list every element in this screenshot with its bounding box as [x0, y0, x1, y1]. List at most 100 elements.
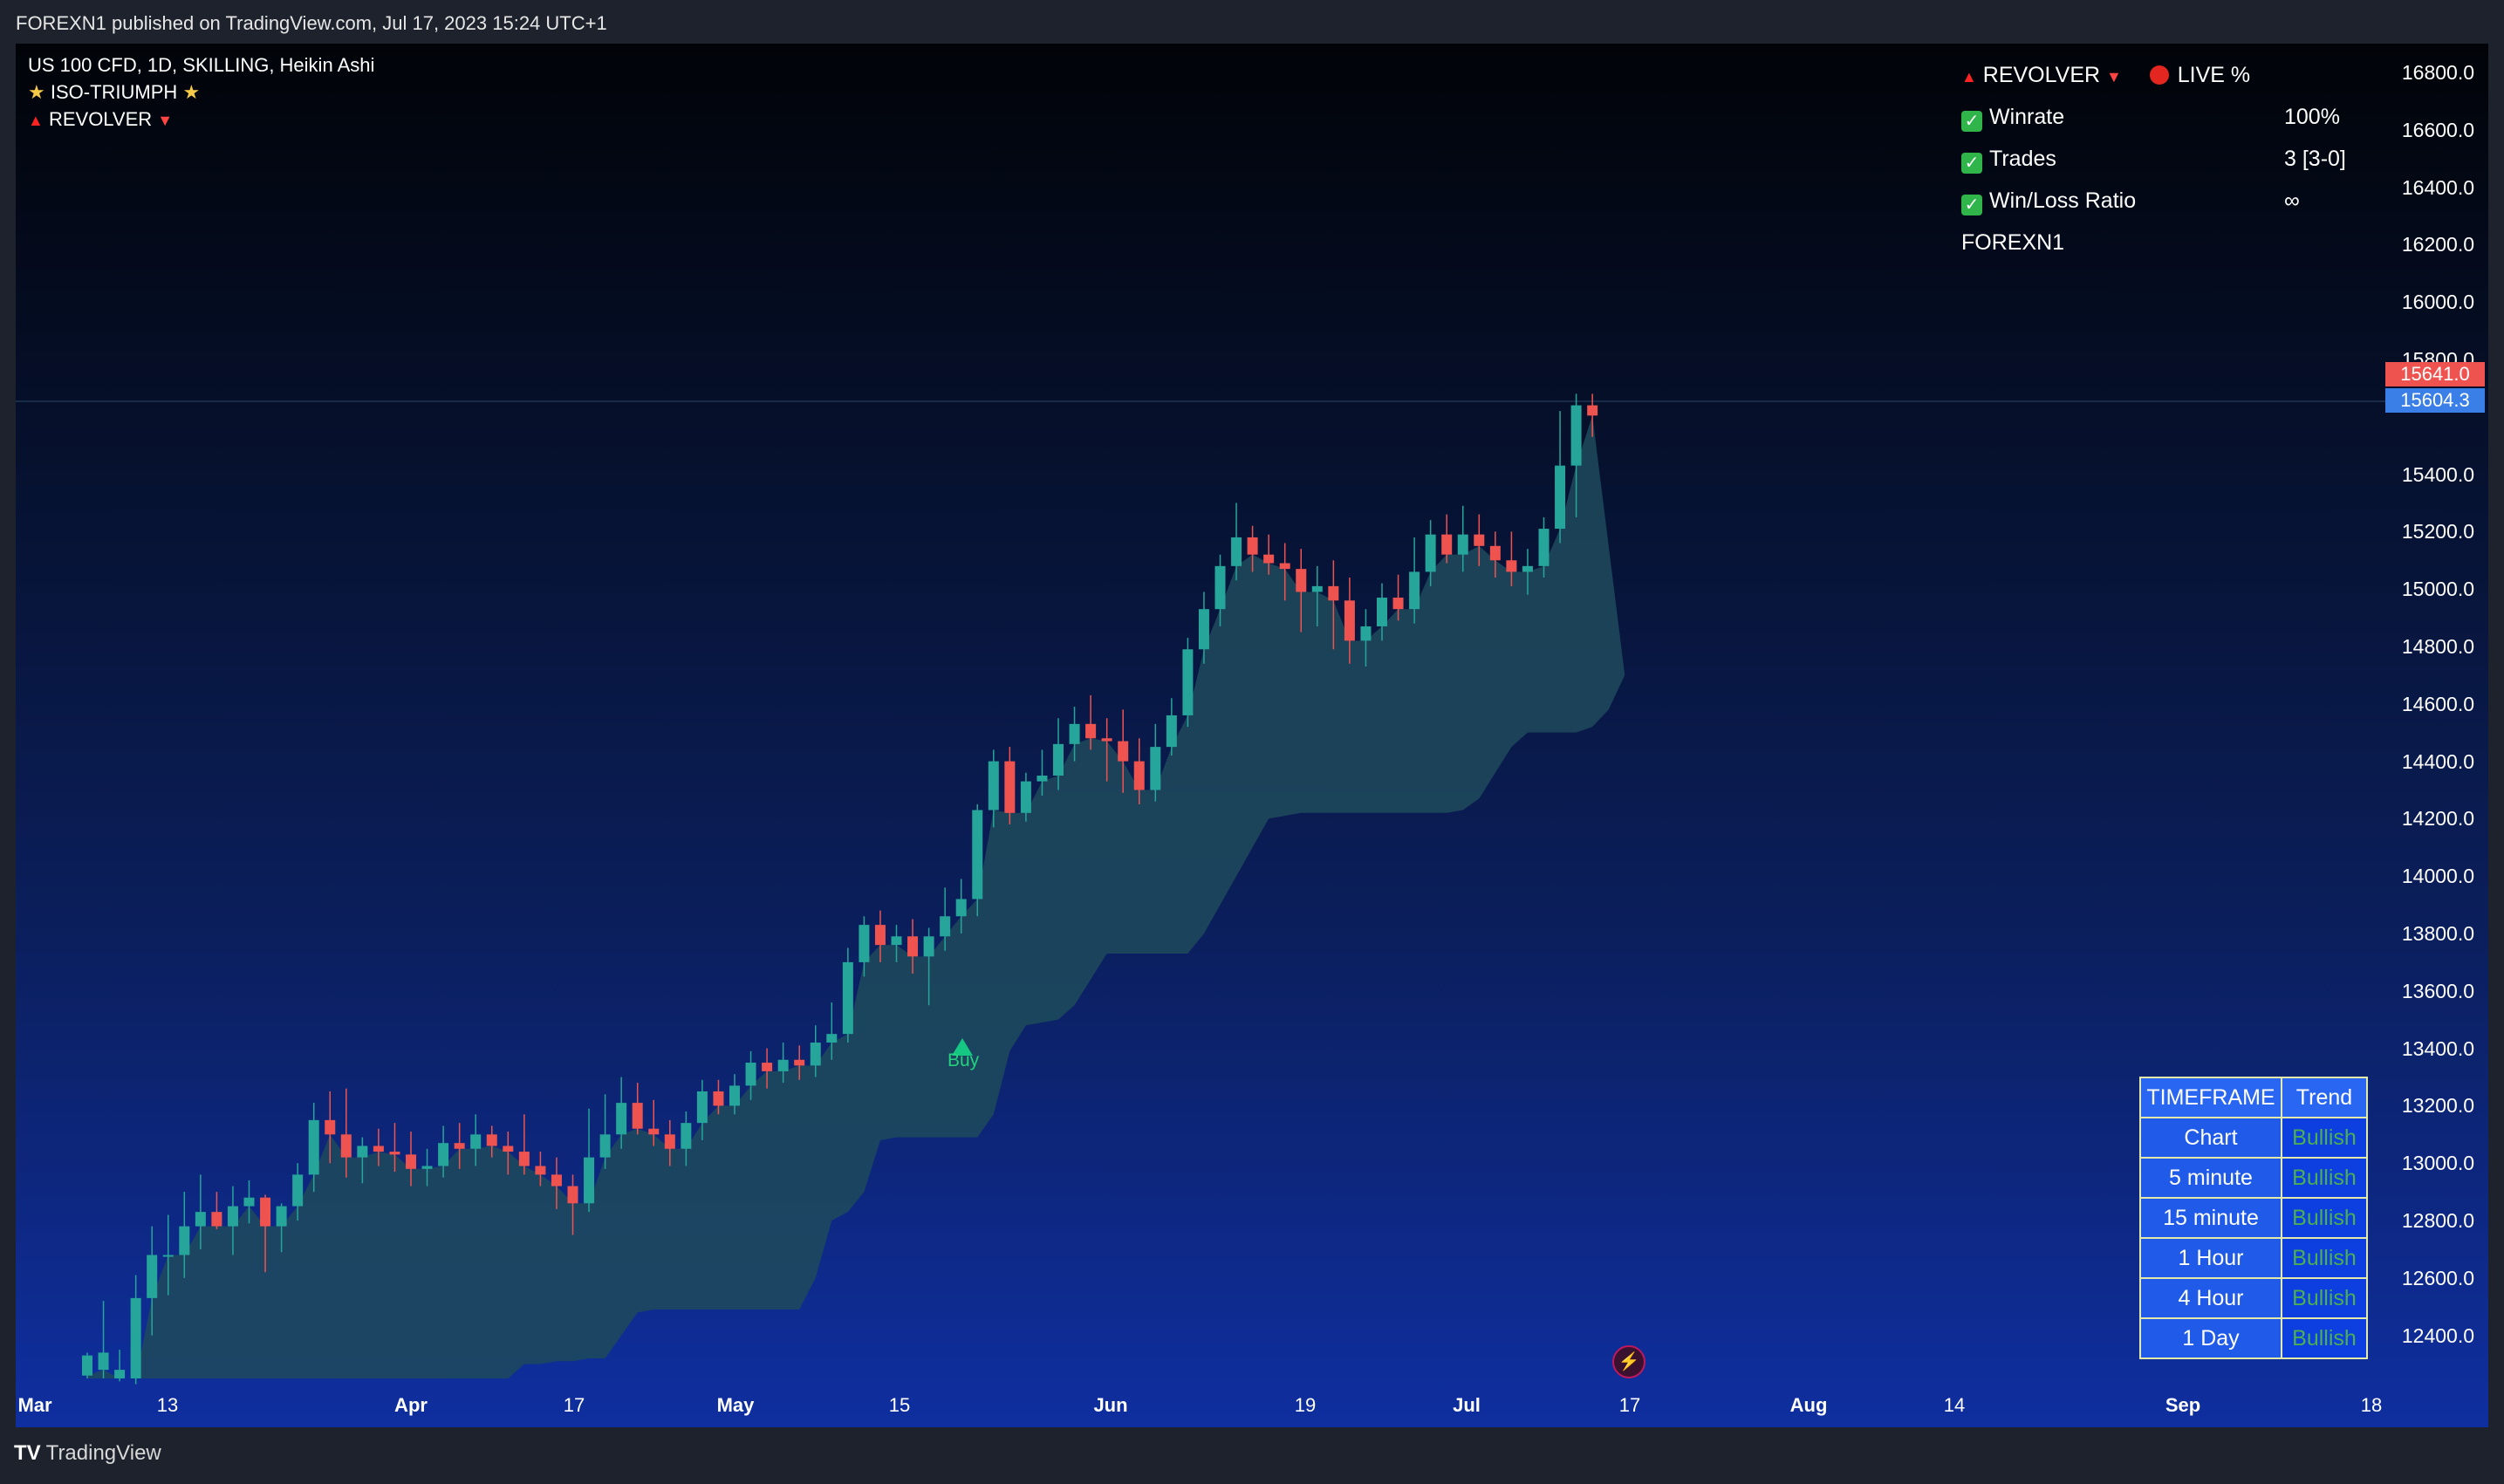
lightning-icon[interactable]: ⚡	[1612, 1345, 1645, 1378]
price-tick-label: 12800.0	[2401, 1209, 2474, 1233]
table-row: 1 Hour Bullish	[2139, 1237, 2368, 1279]
candle-body	[1474, 534, 1485, 546]
candle-body	[955, 899, 967, 917]
legend-symbol[interactable]: US 100 CFD, 1D, SKILLING, Heikin Ashi	[28, 54, 374, 77]
candle-body	[972, 810, 983, 899]
candle-body	[1085, 723, 1097, 739]
candle	[1150, 723, 1161, 802]
legend-iso-triumph-label: ISO-TRIUMPH	[50, 81, 178, 103]
tradingview-logo-text: TradingView	[45, 1441, 161, 1465]
candle-body	[1263, 554, 1275, 564]
table-row: 15 minute Bullish	[2139, 1197, 2368, 1239]
time-tick-label: May	[716, 1394, 755, 1416]
price-tick-label: 13400.0	[2401, 1036, 2474, 1060]
candle-body	[648, 1128, 660, 1135]
candle-body	[1166, 715, 1177, 748]
stat-value: 100%	[2284, 105, 2340, 129]
legend-iso-triumph[interactable]: ★ ISO-TRIUMPH ★	[28, 81, 200, 104]
candle-body	[1020, 781, 1031, 813]
buy-signal-label: Buy	[948, 1050, 980, 1070]
price-tick-label: 16800.0	[2401, 60, 2474, 84]
candle-body	[923, 936, 934, 957]
table-row: 5 minute Bullish	[2139, 1157, 2368, 1199]
stat-label: Winrate	[1989, 105, 2065, 129]
candle	[130, 1275, 141, 1385]
table-header-row: TIMEFRAME Trend	[2139, 1077, 2368, 1118]
price-tick-label: 15400.0	[2401, 462, 2474, 486]
published-info: FOREXN1 published on TradingView.com, Ju…	[16, 12, 607, 34]
price-tick-label: 14200.0	[2401, 807, 2474, 831]
candle-body	[421, 1166, 433, 1169]
candle	[1004, 747, 1016, 824]
candle-body	[1053, 743, 1064, 776]
price-tick-label: 14600.0	[2401, 692, 2474, 715]
trend-cell: Bullish	[2281, 1237, 2368, 1279]
price-tick-label: 16600.0	[2401, 118, 2474, 141]
candle-body	[1441, 534, 1453, 555]
table-header-trend: Trend	[2281, 1077, 2368, 1118]
table-row: 1 Day Bullish	[2139, 1317, 2368, 1359]
candle-body	[1133, 761, 1145, 790]
candle	[114, 1350, 126, 1382]
candle	[1166, 698, 1177, 756]
candle-body	[292, 1174, 304, 1207]
candle-body	[891, 936, 902, 946]
candle-body	[340, 1134, 352, 1158]
candle-body	[826, 1034, 838, 1043]
check-icon: ✓	[1961, 111, 1982, 132]
candle-body	[147, 1255, 158, 1298]
candle-body	[243, 1197, 255, 1207]
header-bar: FOREXN1 published on TradingView.com, Ju…	[0, 0, 2504, 44]
timeframe-cell: 1 Day	[2139, 1317, 2282, 1359]
candle-body	[98, 1352, 109, 1371]
legend-revolver-label: REVOLVER	[48, 108, 153, 130]
candle-body	[1344, 600, 1355, 641]
time-tick-label: Sep	[2165, 1394, 2201, 1416]
trend-cell: Bullish	[2281, 1117, 2368, 1159]
price-tick-label: 14800.0	[2401, 634, 2474, 658]
price-tick-label: 16400.0	[2401, 175, 2474, 199]
price-chart[interactable]	[16, 44, 2488, 1427]
candle-body	[227, 1206, 238, 1227]
time-tick-label: 15	[888, 1394, 911, 1416]
candle-body	[486, 1134, 497, 1146]
triangle-down-icon: ▼	[157, 112, 174, 129]
candle-body	[1036, 776, 1048, 782]
time-tick-label: 17	[1618, 1394, 1641, 1416]
candle-body	[1182, 649, 1194, 715]
star-icon: ★	[28, 81, 45, 103]
candle	[98, 1301, 109, 1378]
candle-body	[842, 961, 853, 1035]
candle-body	[616, 1103, 627, 1135]
price-tick-label: 12400.0	[2401, 1323, 2474, 1347]
candle-body	[211, 1212, 222, 1227]
candle-body	[859, 925, 870, 962]
timeframe-cell: 1 Hour	[2139, 1237, 2282, 1279]
legend-revolver[interactable]: ▲ REVOLVER ▼	[28, 108, 173, 131]
candle-body	[276, 1206, 287, 1227]
candle-body	[1004, 761, 1016, 813]
candle-body	[1150, 747, 1161, 790]
time-tick-label: Jul	[1453, 1394, 1481, 1416]
chart-panel[interactable]: US 100 CFD, 1D, SKILLING, Heikin Ashi ★ …	[16, 44, 2488, 1427]
time-tick-label: 14	[1943, 1394, 1966, 1416]
tv-mark-icon: TV	[14, 1441, 41, 1465]
candle-body	[777, 1059, 789, 1071]
candle-body	[1392, 598, 1404, 610]
candle-body	[1457, 534, 1468, 555]
candle-body	[551, 1174, 562, 1187]
candle-body	[729, 1085, 740, 1106]
stat-row-winloss: ✓ Win/Loss Ratio ∞	[1961, 188, 2380, 215]
candle-body	[1360, 626, 1372, 641]
candle-body	[179, 1226, 190, 1255]
star-icon: ★	[182, 81, 201, 103]
time-tick-label: Aug	[1789, 1394, 1828, 1416]
candle-body	[696, 1091, 708, 1124]
candle-body	[940, 916, 951, 937]
candle	[632, 1083, 643, 1135]
red-circle-icon	[2149, 65, 2169, 85]
time-tick-label: Apr	[394, 1394, 428, 1416]
tradingview-logo[interactable]: TV TradingView	[14, 1441, 161, 1466]
candle-body	[389, 1152, 400, 1155]
candle-body	[1570, 405, 1582, 466]
